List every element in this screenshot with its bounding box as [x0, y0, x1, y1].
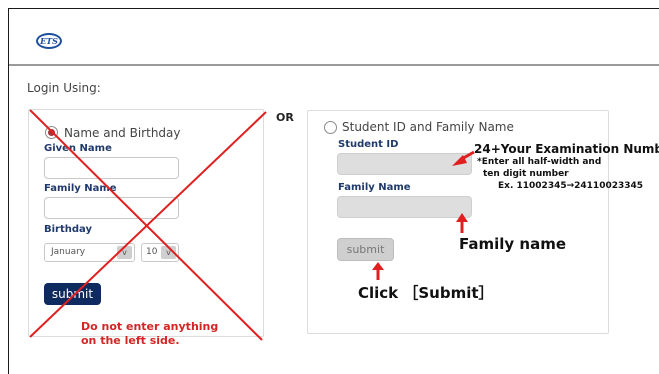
student-id-input[interactable]	[337, 153, 472, 175]
birthday-label: Birthday	[44, 224, 92, 235]
exam-note-line1: *Enter all half-width and	[477, 157, 602, 167]
chevron-down-icon: v	[117, 246, 132, 259]
family-name-input-right[interactable]	[337, 196, 472, 218]
header-divider	[9, 64, 659, 66]
or-separator: OR	[276, 111, 294, 124]
warning-line1: Do not enter anything	[81, 320, 219, 333]
family-name-label-left: Family Name	[44, 183, 117, 194]
given-name-label: Given Name	[44, 143, 112, 154]
exam-number-annotation: 24+Your Examination Number	[474, 142, 659, 156]
name-birthday-option-label: Name and Birthday	[64, 126, 181, 140]
student-id-option-label: Student ID and Family Name	[342, 120, 514, 134]
header-bar	[9, 9, 659, 65]
exam-note-line2: ten digit number	[483, 169, 569, 179]
ets-logo: ETS	[36, 33, 62, 49]
birth-month-value: January	[51, 247, 86, 257]
login-using-label: Login Using:	[27, 81, 101, 95]
submit-button-right[interactable]: submit	[337, 238, 394, 261]
click-submit-hint: Click ［Submit］	[358, 284, 494, 302]
birth-day-value: 10	[146, 247, 158, 257]
warning-line2: on the left side.	[81, 334, 180, 347]
family-name-input-left[interactable]	[44, 197, 179, 219]
logo-text: ETS	[40, 36, 58, 46]
student-id-label: Student ID	[338, 139, 399, 150]
warning-text: Do not enter anything on the left side.	[81, 320, 218, 348]
exam-example: Ex. 11002345→24110023345	[498, 181, 644, 191]
given-name-input[interactable]	[44, 157, 179, 179]
birth-day-select[interactable]: 10 v	[141, 243, 179, 262]
family-name-hint: Family name	[459, 235, 567, 253]
birth-month-select[interactable]: January v	[44, 243, 135, 262]
family-name-label-right: Family Name	[338, 182, 411, 193]
name-birthday-radio[interactable]	[45, 126, 58, 139]
submit-button-left[interactable]: submit	[44, 283, 101, 305]
student-id-radio[interactable]	[324, 121, 337, 134]
chevron-down-icon: v	[161, 246, 176, 259]
